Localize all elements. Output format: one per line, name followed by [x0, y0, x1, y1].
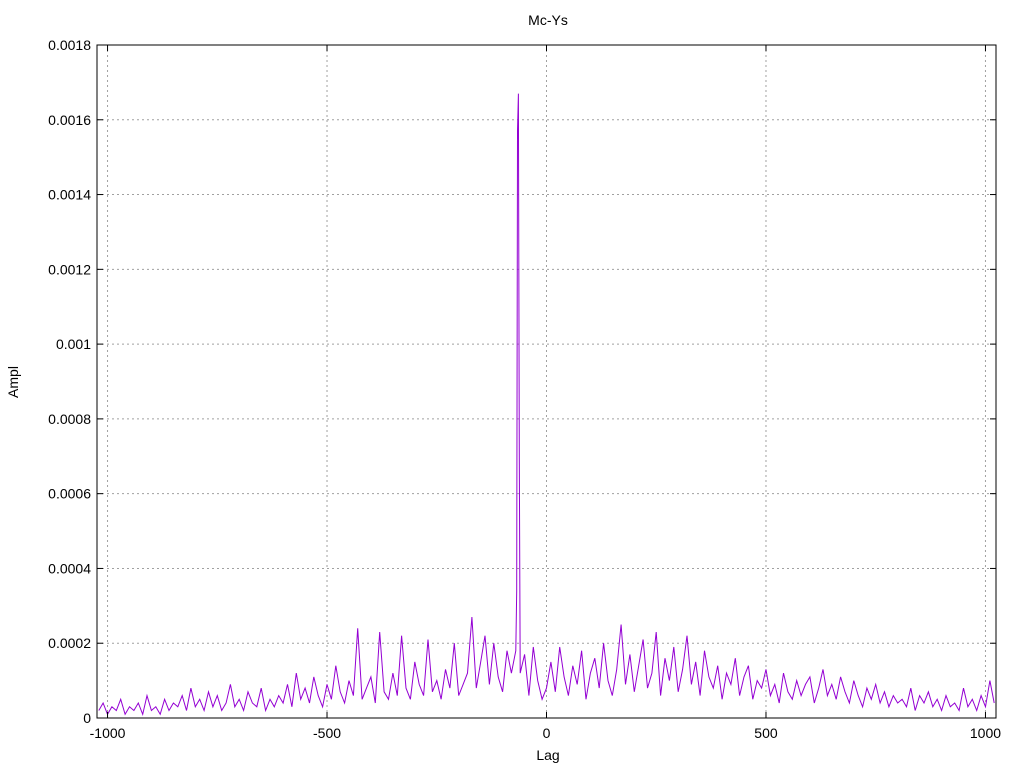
chart-title: Mc-Ys: [528, 12, 568, 28]
grid: [97, 45, 996, 718]
y-tick-label: 0: [83, 710, 91, 726]
chart: -1000 -500 0 500 1000 0 0.0002 0.0004 0.0006 0.00…: [5, 12, 1001, 763]
y-tick-label: 0.0002: [48, 635, 91, 651]
x-axis-label: Lag: [536, 747, 559, 763]
y-tick-label: 0.0008: [48, 411, 91, 427]
y-tick-label: 0.0014: [48, 187, 91, 203]
x-tick-label: 500: [754, 725, 778, 741]
ticks: -1000 -500 0 500 1000 0 0.0002 0.0004 0.0006 0.00…: [48, 37, 1001, 741]
y-axis-label: Ampl: [5, 366, 21, 398]
x-tick-label: -1000: [90, 725, 126, 741]
x-tick-label: 1000: [970, 725, 1001, 741]
x-tick-label: -500: [313, 725, 341, 741]
y-tick-label: 0.0016: [48, 112, 91, 128]
y-tick-label: 0.0012: [48, 261, 91, 277]
x-tick-label: 0: [543, 725, 551, 741]
y-tick-label: 0.0006: [48, 486, 91, 502]
y-tick-label: 0.001: [56, 336, 91, 352]
y-tick-label: 0.0018: [48, 37, 91, 53]
y-tick-label: 0.0004: [48, 560, 91, 576]
